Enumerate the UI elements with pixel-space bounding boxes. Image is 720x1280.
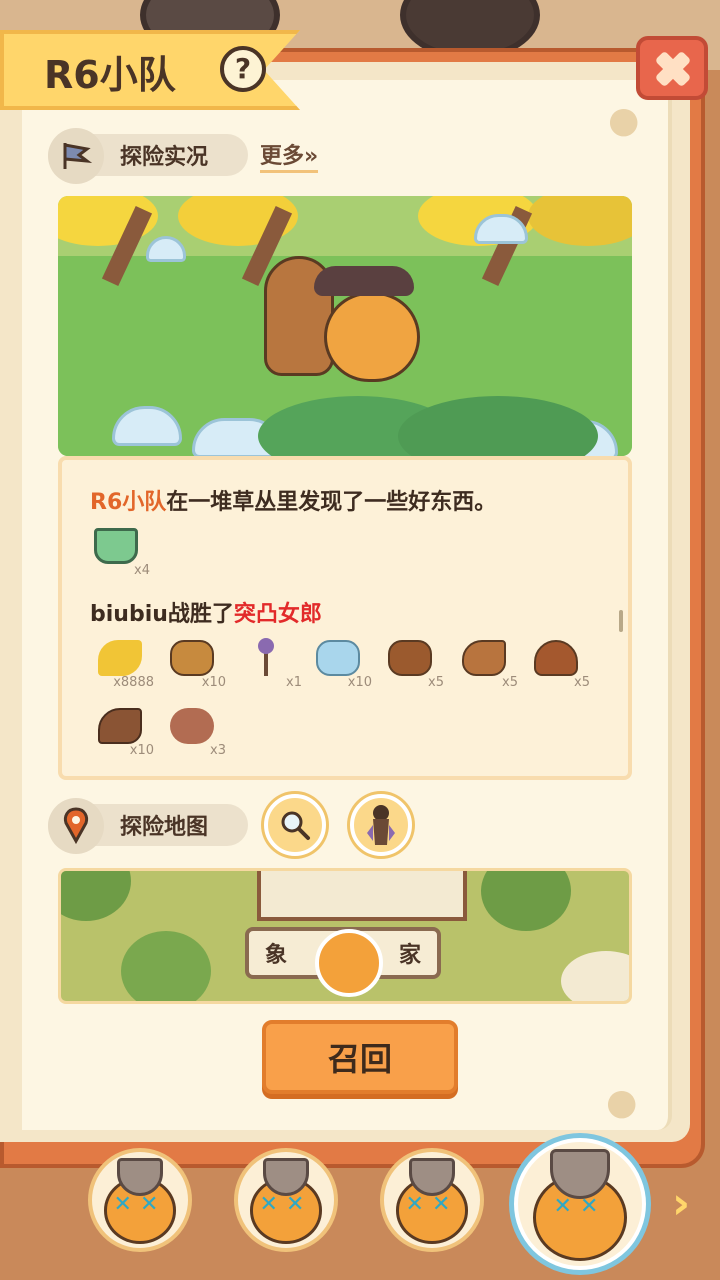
- fur-pelt-icon: [170, 708, 214, 744]
- reward-item: x10: [164, 636, 226, 690]
- close-button[interactable]: [636, 36, 708, 100]
- log-enemy-name: 突凸女郎: [233, 602, 322, 627]
- log-team-name: R6小队: [90, 490, 167, 515]
- paw-decoration-icon: ●: [606, 1082, 638, 1123]
- house-icon: [257, 871, 467, 921]
- next-arrow-icon[interactable]: ›: [672, 1178, 690, 1229]
- log-scrollbar[interactable]: [619, 610, 623, 632]
- green-paint-bucket-icon: [94, 528, 138, 564]
- log-find-text: 在一堆草丛里发现了一些好东西。: [166, 490, 497, 515]
- tree-icon: [121, 931, 211, 1001]
- team-title: R6小队: [44, 53, 176, 97]
- reward-item: x5: [528, 636, 590, 690]
- dizzy-eyes-icon: ✕✕: [405, 1192, 459, 1218]
- report-section-title: 探险实况: [120, 145, 209, 170]
- bear-head-icon: [388, 640, 432, 676]
- turtle-icon: [534, 640, 578, 676]
- reward-item: x3: [164, 704, 226, 758]
- paw-decoration-icon: ●: [608, 100, 640, 141]
- search-button[interactable]: [264, 794, 326, 856]
- reward-item: x10: [92, 704, 154, 758]
- dizzy-eyes-icon: ✕✕: [113, 1192, 167, 1218]
- flag-icon: [48, 128, 104, 184]
- log-battle-verb: 战胜了: [167, 602, 234, 627]
- dizzy-eyes-icon: ✕✕: [553, 1194, 607, 1220]
- magnifier-icon: [281, 811, 310, 840]
- boss-button[interactable]: [350, 794, 412, 856]
- tree-icon: [61, 871, 131, 921]
- boss-silhouette-icon: [367, 805, 395, 845]
- recall-button[interactable]: 召回: [262, 1020, 458, 1094]
- banana-icon: [98, 640, 142, 676]
- reward-item: x10: [310, 636, 372, 690]
- eagle-icon: [98, 708, 142, 744]
- cloud-icon: [561, 951, 629, 1001]
- tree-icon: [481, 871, 571, 931]
- tiger-avatar-pin[interactable]: [315, 929, 383, 997]
- more-link[interactable]: 更多»: [260, 138, 319, 173]
- orange-cat-character: [324, 292, 420, 382]
- exploration-map[interactable]: 象 家: [58, 868, 632, 1004]
- reward-item: x1: [240, 636, 302, 690]
- log-entry-find: R6小队在一堆草丛里发现了一些好东西。: [90, 484, 496, 516]
- help-button[interactable]: ?: [220, 46, 266, 92]
- team-member-avatar[interactable]: ✕✕: [88, 1148, 192, 1252]
- reward-item: x5: [382, 636, 444, 690]
- team-member-avatar-selected[interactable]: ✕✕: [514, 1138, 646, 1270]
- report-section-header: 探险实况: [48, 128, 248, 184]
- horse-head-icon: [462, 640, 506, 676]
- reward-item: x8888: [92, 636, 154, 690]
- team-member-avatar[interactable]: ✕✕: [234, 1148, 338, 1252]
- blue-spotted-head-icon: [316, 640, 360, 676]
- log-player-name: biubiu: [90, 602, 168, 627]
- log-entry-battle: biubiu战胜了突凸女郎: [90, 596, 322, 628]
- reward-item: x4: [88, 524, 150, 578]
- hat-icon: [314, 266, 414, 296]
- location-pin-icon: [48, 798, 104, 854]
- map-section-title: 探险地图: [120, 815, 209, 840]
- banner-text-right: 家: [398, 943, 421, 968]
- banner-text-left: 象: [265, 943, 288, 968]
- reward-item: x5: [456, 636, 518, 690]
- map-section-header: 探险地图: [48, 798, 248, 854]
- exploration-log: R6小队在一堆草丛里发现了一些好东西。 x4 biubiu战胜了突凸女郎 x88…: [58, 456, 632, 780]
- dizzy-eyes-icon: ✕✕: [259, 1192, 313, 1218]
- leopard-head-icon: [170, 640, 214, 676]
- team-member-avatar[interactable]: ✕✕: [380, 1148, 484, 1252]
- exploration-scene: [58, 196, 632, 456]
